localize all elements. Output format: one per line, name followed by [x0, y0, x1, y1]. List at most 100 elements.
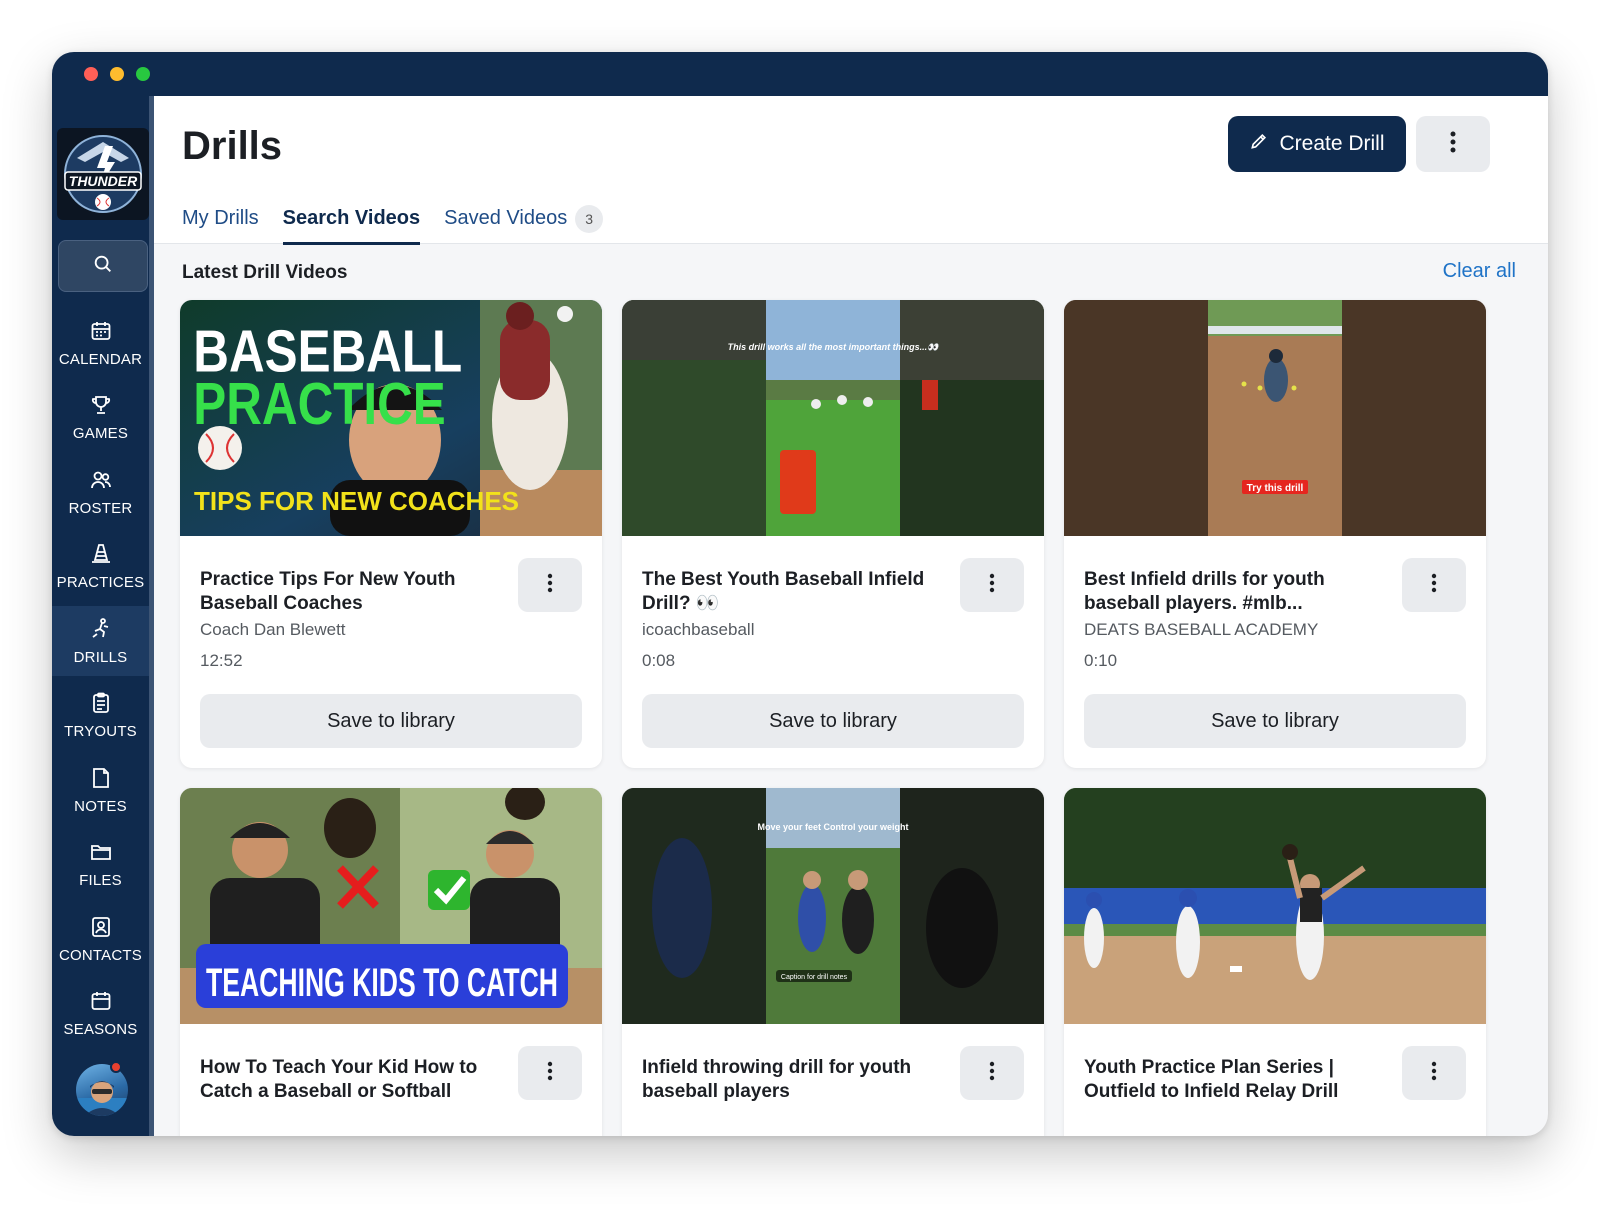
thumbnail-caption: This drill works all the most important …	[728, 342, 941, 352]
thumbnail-subcaption: Caption for drill notes	[781, 974, 848, 981]
search-icon	[92, 253, 114, 280]
video-title[interactable]: Youth Practice Plan Series | Outfield to…	[1084, 1056, 1384, 1104]
video-thumbnail[interactable]	[1064, 788, 1486, 1024]
sidebar: THUNDER CALENDAR GAMES ROSTER PRACTICES	[52, 96, 154, 1136]
video-thumbnail[interactable]: Try this drill	[1064, 300, 1486, 536]
sidebar-item-tryouts[interactable]: TRYOUTS	[52, 680, 149, 750]
kebab-menu-icon	[989, 573, 995, 598]
video-duration: 0:10	[1084, 651, 1118, 670]
sidebar-item-contacts[interactable]: CONTACTS	[52, 904, 149, 974]
kebab-menu-icon	[547, 573, 553, 598]
card-more-button[interactable]	[960, 1046, 1024, 1100]
kebab-menu-icon	[547, 1061, 553, 1086]
tabs: My Drills Search Videos Saved Videos 3	[182, 204, 627, 245]
save-to-library-button[interactable]: Save to library	[642, 694, 1024, 748]
video-thumbnail[interactable]: TEACHING KIDS TO CATCH	[180, 788, 602, 1024]
kebab-menu-icon	[1431, 1061, 1437, 1086]
video-title[interactable]: How To Teach Your Kid How to Catch a Bas…	[200, 1056, 500, 1104]
drill-icon	[89, 617, 113, 649]
video-duration: 12:52	[200, 651, 243, 670]
close-window-button[interactable]	[84, 67, 98, 81]
sidebar-item-label: NOTES	[74, 797, 127, 815]
video-card: Try this drill Best Infield drills for y…	[1064, 300, 1486, 768]
save-to-library-button[interactable]: Save to library	[1084, 694, 1466, 748]
section-title: Latest Drill Videos	[182, 262, 348, 283]
video-author: DEATS BASEBALL ACADEMY	[1084, 620, 1319, 639]
note-icon	[89, 766, 113, 798]
sidebar-item-label: ROSTER	[68, 499, 133, 517]
card-more-button[interactable]	[1402, 558, 1466, 612]
tab-saved-videos[interactable]: Saved Videos 3	[444, 204, 604, 244]
avatar[interactable]	[76, 1064, 128, 1116]
maximize-window-button[interactable]	[136, 67, 150, 81]
card-more-button[interactable]	[960, 558, 1024, 612]
kebab-menu-icon	[1450, 130, 1456, 159]
video-thumbnail[interactable]: Move your feet Control your weight Capti…	[622, 788, 1044, 1024]
card-more-button[interactable]	[518, 1046, 582, 1100]
more-options-button[interactable]	[1416, 116, 1490, 172]
sidebar-item-calendar[interactable]: CALENDAR	[52, 308, 149, 378]
sidebar-item-notes[interactable]: NOTES	[52, 755, 149, 825]
sidebar-item-roster[interactable]: ROSTER	[52, 457, 149, 527]
sidebar-item-label: SEASONS	[63, 1020, 138, 1038]
sidebar-item-drills[interactable]: DRILLS	[52, 606, 149, 676]
calendar-icon	[89, 319, 113, 351]
video-thumbnail[interactable]: BASEBALL PRACTICE TIPS FOR NEW COACHES	[180, 300, 602, 536]
kebab-menu-icon	[989, 1061, 995, 1086]
thumbnail-text: PRACTICE	[193, 370, 445, 438]
calendar-icon	[89, 989, 113, 1021]
video-card: Move your feet Control your weight Capti…	[622, 788, 1044, 1136]
clipboard-icon	[89, 691, 113, 723]
video-duration: 0:08	[642, 651, 676, 670]
contact-card-icon	[89, 915, 113, 947]
video-card: Youth Practice Plan Series | Outfield to…	[1064, 788, 1486, 1136]
sidebar-item-label: TRYOUTS	[64, 722, 137, 740]
app-window: THUNDER CALENDAR GAMES ROSTER PRACTICES	[52, 52, 1548, 1136]
search-button[interactable]	[58, 240, 148, 292]
minimize-window-button[interactable]	[110, 67, 124, 81]
notification-badge	[110, 1061, 122, 1073]
sidebar-item-label: GAMES	[72, 424, 129, 442]
thumbnail-text: TIPS FOR NEW COACHES	[194, 486, 519, 516]
sidebar-item-files[interactable]: FILES	[52, 829, 149, 899]
thumbnail-caption: Try this drill	[1247, 483, 1304, 494]
folder-icon	[89, 840, 113, 872]
video-title[interactable]: Best Infield drills for youth baseball p…	[1084, 568, 1384, 616]
title-bar	[52, 52, 1548, 96]
sidebar-scrollbar[interactable]	[149, 96, 154, 1136]
trophy-icon	[89, 393, 113, 425]
sidebar-item-label: CALENDAR	[58, 350, 143, 368]
card-more-button[interactable]	[518, 558, 582, 612]
tab-search-videos[interactable]: Search Videos	[282, 204, 421, 245]
video-title[interactable]: The Best Youth Baseball Infield Drill? 👀	[642, 568, 942, 616]
video-author: Coach Dan Blewett	[200, 620, 346, 639]
thumbnail-banner: TEACHING KIDS TO CATCH	[206, 961, 558, 1005]
video-card: This drill works all the most important …	[622, 300, 1044, 768]
card-more-button[interactable]	[1402, 1046, 1466, 1100]
video-card: TEACHING KIDS TO CATCH How To Teach Your…	[180, 788, 602, 1136]
clear-all-link[interactable]: Clear all	[1443, 260, 1516, 283]
video-author: icoachbaseball	[642, 620, 755, 639]
sidebar-item-label: DRILLS	[73, 648, 128, 666]
pencil-icon	[1249, 131, 1269, 157]
sidebar-item-label: PRACTICES	[56, 573, 145, 591]
thumbnail-caption: Move your feet Control your weight	[757, 822, 908, 832]
team-logo[interactable]: THUNDER	[57, 128, 149, 220]
tab-my-drills[interactable]: My Drills	[182, 204, 259, 244]
kebab-menu-icon	[1431, 573, 1437, 598]
sidebar-item-label: CONTACTS	[59, 946, 142, 964]
video-title[interactable]: Practice Tips For New Youth Baseball Coa…	[200, 568, 500, 616]
sidebar-item-label: FILES	[79, 871, 122, 889]
page-header: Drills Create Drill My Drills Search Vid…	[154, 96, 1548, 245]
create-drill-button[interactable]: Create Drill	[1228, 116, 1406, 172]
sidebar-item-practices[interactable]: PRACTICES	[52, 531, 149, 601]
cone-icon	[89, 542, 113, 574]
video-thumbnail[interactable]: This drill works all the most important …	[622, 300, 1044, 536]
video-title[interactable]: Infield throwing drill for youth basebal…	[642, 1056, 942, 1104]
people-icon	[89, 468, 113, 500]
video-card: BASEBALL PRACTICE TIPS FOR NEW COACHES P…	[180, 300, 602, 768]
sidebar-item-seasons[interactable]: SEASONS	[52, 978, 149, 1048]
page-title: Drills	[182, 124, 283, 168]
sidebar-item-games[interactable]: GAMES	[52, 382, 149, 452]
save-to-library-button[interactable]: Save to library	[200, 694, 582, 748]
